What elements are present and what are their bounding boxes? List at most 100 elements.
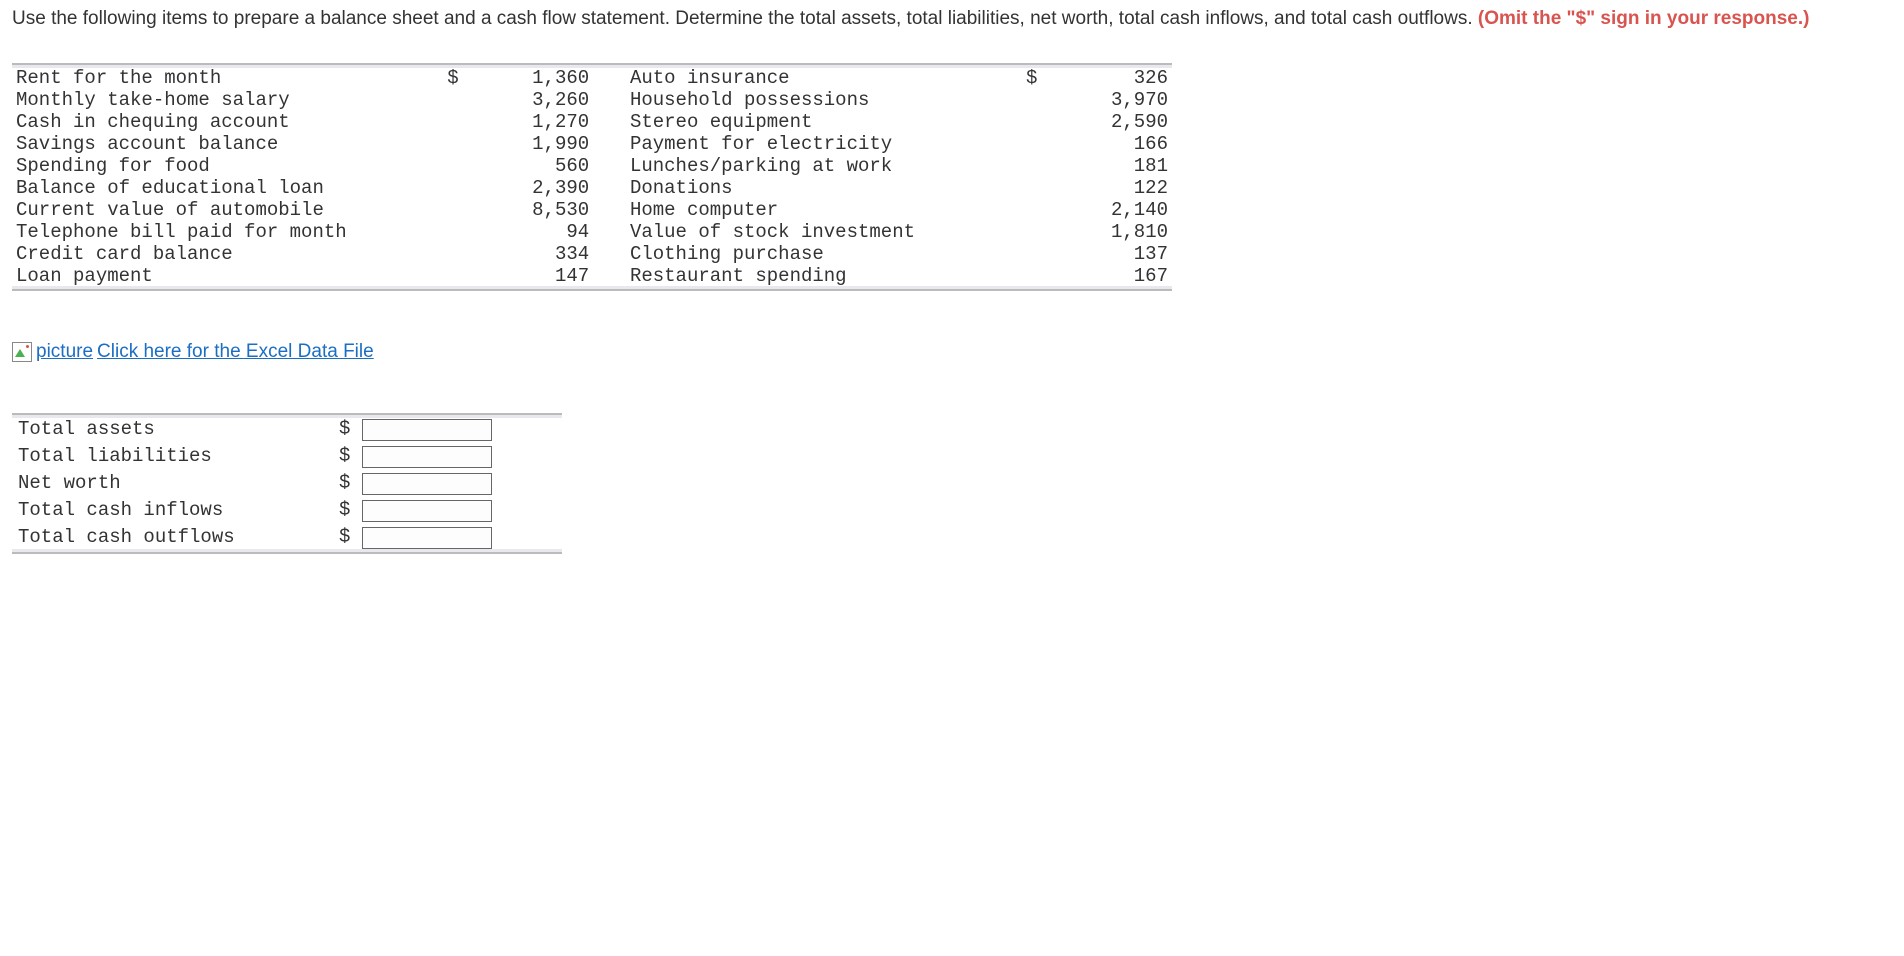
data-row: Cash in chequing account 1,270 Stereo equi… xyxy=(12,111,1172,133)
item-value: 560 xyxy=(478,155,593,177)
answer-input-2[interactable] xyxy=(362,473,492,495)
data-row: Savings account balance 1,990 Payment for … xyxy=(12,133,1172,155)
item-label: Lunches/parking at work xyxy=(626,155,1022,177)
item-label: Cash in chequing account xyxy=(12,111,443,133)
currency-symbol xyxy=(443,111,478,133)
answer-input-1[interactable] xyxy=(362,446,492,468)
item-value: 3,970 xyxy=(1057,89,1172,111)
item-value: 147 xyxy=(478,265,593,287)
instructions-text: Use the following items to prepare a bal… xyxy=(12,8,1478,29)
answer-row: Total assets$ xyxy=(12,416,562,443)
answer-row: Net worth$ xyxy=(12,470,562,497)
data-row: Rent for the month$1,360Auto insurance$3… xyxy=(12,67,1172,89)
picture-icon xyxy=(12,342,32,362)
data-row: Telephone bill paid for month 94 Value of … xyxy=(12,221,1172,243)
excel-data-file-link[interactable]: picture Click here for the Excel Data Fi… xyxy=(12,341,374,363)
currency-symbol xyxy=(1022,111,1057,133)
currency-symbol xyxy=(443,221,478,243)
currency-symbol xyxy=(443,199,478,221)
data-row: Monthly take-home salary 3,260 Household p… xyxy=(12,89,1172,111)
item-label: Current value of automobile xyxy=(12,199,443,221)
instructions: Use the following items to prepare a bal… xyxy=(12,6,1892,33)
item-label: Savings account balance xyxy=(12,133,443,155)
answer-input-0[interactable] xyxy=(362,419,492,441)
item-value: 8,530 xyxy=(478,199,593,221)
data-row: Credit card balance 334 Clothing purchase 1… xyxy=(12,243,1172,265)
answer-label: Total cash inflows xyxy=(12,497,324,524)
item-value: 122 xyxy=(1057,177,1172,199)
item-value: 1,810 xyxy=(1057,221,1172,243)
currency-symbol xyxy=(443,177,478,199)
currency-symbol: $ xyxy=(1022,67,1057,89)
item-label: Loan payment xyxy=(12,265,443,287)
item-label: Rent for the month xyxy=(12,67,443,89)
currency-symbol: $ xyxy=(324,524,356,551)
item-label: Telephone bill paid for month xyxy=(12,221,443,243)
item-value: 2,140 xyxy=(1057,199,1172,221)
data-row: Current value of automobile 8,530 Home com… xyxy=(12,199,1172,221)
item-value: 326 xyxy=(1057,67,1172,89)
currency-symbol: $ xyxy=(324,443,356,470)
currency-symbol xyxy=(1022,89,1057,111)
currency-symbol xyxy=(443,133,478,155)
excel-link-prefix: picture xyxy=(36,341,93,363)
currency-symbol xyxy=(443,243,478,265)
answer-input-4[interactable] xyxy=(362,527,492,549)
currency-symbol: $ xyxy=(324,416,356,443)
item-value: 1,990 xyxy=(478,133,593,155)
item-value: 2,390 xyxy=(478,177,593,199)
item-value: 94 xyxy=(478,221,593,243)
item-label: Home computer xyxy=(626,199,1022,221)
instructions-warning: (Omit the "$" sign in your response.) xyxy=(1478,8,1810,29)
data-row: Loan payment 147 Restaurant spending 167 xyxy=(12,265,1172,287)
currency-symbol xyxy=(1022,133,1057,155)
given-data-table: Rent for the month$1,360Auto insurance$3… xyxy=(12,67,1172,287)
currency-symbol: $ xyxy=(324,470,356,497)
item-label: Household possessions xyxy=(626,89,1022,111)
currency-symbol xyxy=(443,265,478,287)
excel-link-text: Click here for the Excel Data File xyxy=(97,341,374,363)
item-value: 2,590 xyxy=(1057,111,1172,133)
answer-table: Total assets$Total liabilities$Net worth… xyxy=(12,416,562,551)
currency-symbol xyxy=(443,155,478,177)
currency-symbol xyxy=(443,89,478,111)
item-label: Value of stock investment xyxy=(626,221,1022,243)
data-row: Spending for food 560 Lunches/parking at w… xyxy=(12,155,1172,177)
answer-input-3[interactable] xyxy=(362,500,492,522)
item-label: Auto insurance xyxy=(626,67,1022,89)
currency-symbol xyxy=(1022,265,1057,287)
item-label: Monthly take-home salary xyxy=(12,89,443,111)
item-value: 1,360 xyxy=(478,67,593,89)
answer-label: Total cash outflows xyxy=(12,524,324,551)
currency-symbol xyxy=(1022,177,1057,199)
given-data-block: Rent for the month$1,360Auto insurance$3… xyxy=(12,63,1172,291)
currency-symbol: $ xyxy=(443,67,478,89)
currency-symbol xyxy=(1022,155,1057,177)
currency-symbol: $ xyxy=(324,497,356,524)
item-value: 137 xyxy=(1057,243,1172,265)
answer-label: Total assets xyxy=(12,416,324,443)
currency-symbol xyxy=(1022,243,1057,265)
answer-row: Total cash outflows$ xyxy=(12,524,562,551)
item-label: Donations xyxy=(626,177,1022,199)
item-label: Payment for electricity xyxy=(626,133,1022,155)
data-row: Balance of educational loan 2,390 Donation… xyxy=(12,177,1172,199)
item-value: 1,270 xyxy=(478,111,593,133)
answer-label: Net worth xyxy=(12,470,324,497)
item-label: Clothing purchase xyxy=(626,243,1022,265)
item-label: Credit card balance xyxy=(12,243,443,265)
currency-symbol xyxy=(1022,199,1057,221)
item-value: 334 xyxy=(478,243,593,265)
item-label: Stereo equipment xyxy=(626,111,1022,133)
item-value: 3,260 xyxy=(478,89,593,111)
item-value: 181 xyxy=(1057,155,1172,177)
answer-label: Total liabilities xyxy=(12,443,324,470)
answer-block: Total assets$Total liabilities$Net worth… xyxy=(12,413,562,554)
item-value: 166 xyxy=(1057,133,1172,155)
item-value: 167 xyxy=(1057,265,1172,287)
item-label: Restaurant spending xyxy=(626,265,1022,287)
item-label: Balance of educational loan xyxy=(12,177,443,199)
answer-row: Total liabilities$ xyxy=(12,443,562,470)
item-label: Spending for food xyxy=(12,155,443,177)
currency-symbol xyxy=(1022,221,1057,243)
